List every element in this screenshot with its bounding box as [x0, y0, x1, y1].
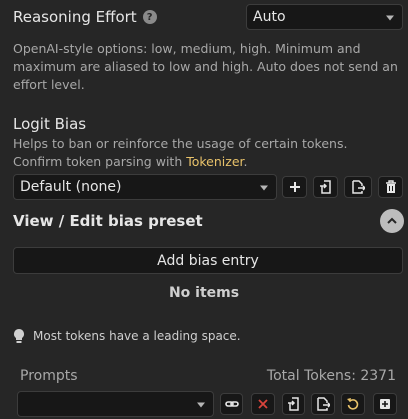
tip-text: Most tokens have a leading space. [33, 329, 241, 343]
reset-prompt-button[interactable] [341, 393, 365, 415]
logit-bias-description-end: . [243, 154, 248, 169]
import-preset-button[interactable] [313, 176, 338, 198]
logit-bias-description-text: Helps to ban or reinforce the usage of c… [13, 136, 348, 169]
add-bias-entry-button[interactable]: Add bias entry [13, 247, 403, 274]
collapse-button[interactable] [380, 209, 404, 233]
settings-panel: Reasoning Effort ? Auto OpenAI-style opt… [0, 0, 408, 419]
tokenizer-link[interactable]: Tokenizer [186, 154, 243, 169]
bias-preset-select[interactable]: Default (none) [13, 174, 277, 200]
export-preset-button[interactable] [344, 176, 372, 198]
total-tokens: Total Tokens: 2371 [266, 368, 396, 384]
reasoning-effort-description: OpenAI-style options: low, medium, high.… [13, 41, 398, 92]
plus-icon [289, 182, 300, 192]
bias-preset-heading: View / Edit bias preset [13, 212, 203, 230]
bias-preset-value: Default (none) [20, 179, 122, 195]
export-icon [352, 180, 365, 194]
link-icon [224, 401, 239, 407]
logit-bias-description: Helps to ban or reinforce the usage of c… [13, 135, 398, 171]
chevron-down-icon [197, 402, 205, 408]
trash-icon [385, 180, 396, 193]
empty-state-text: No items [168, 285, 240, 301]
delete-icon [258, 399, 268, 409]
lightbulb-icon [13, 329, 24, 343]
export-prompt-button[interactable] [311, 393, 335, 415]
add-icon [380, 399, 390, 409]
prompts-label: Prompts [20, 368, 78, 384]
reasoning-effort-select[interactable]: Auto [246, 4, 403, 30]
reset-icon [347, 398, 359, 410]
new-preset-button[interactable] [282, 176, 307, 198]
export-icon [317, 397, 330, 411]
chevron-down-icon [260, 185, 268, 191]
tip-row: Most tokens have a leading space. [13, 329, 241, 343]
delete-prompt-button[interactable] [251, 393, 275, 415]
delete-preset-button[interactable] [378, 176, 403, 198]
prompt-select[interactable] [17, 391, 214, 417]
chevron-down-icon [386, 15, 394, 21]
chevron-up-icon [387, 217, 397, 224]
import-icon [319, 180, 331, 194]
reasoning-effort-value: Auto [253, 9, 286, 25]
import-prompt-button[interactable] [282, 393, 305, 415]
help-icon[interactable]: ? [142, 10, 157, 24]
add-prompt-button[interactable] [373, 393, 397, 415]
import-icon [287, 397, 299, 411]
reasoning-effort-title: Reasoning Effort [13, 8, 137, 26]
logit-bias-title: Logit Bias [13, 115, 87, 133]
link-prompt-button[interactable] [220, 393, 243, 415]
